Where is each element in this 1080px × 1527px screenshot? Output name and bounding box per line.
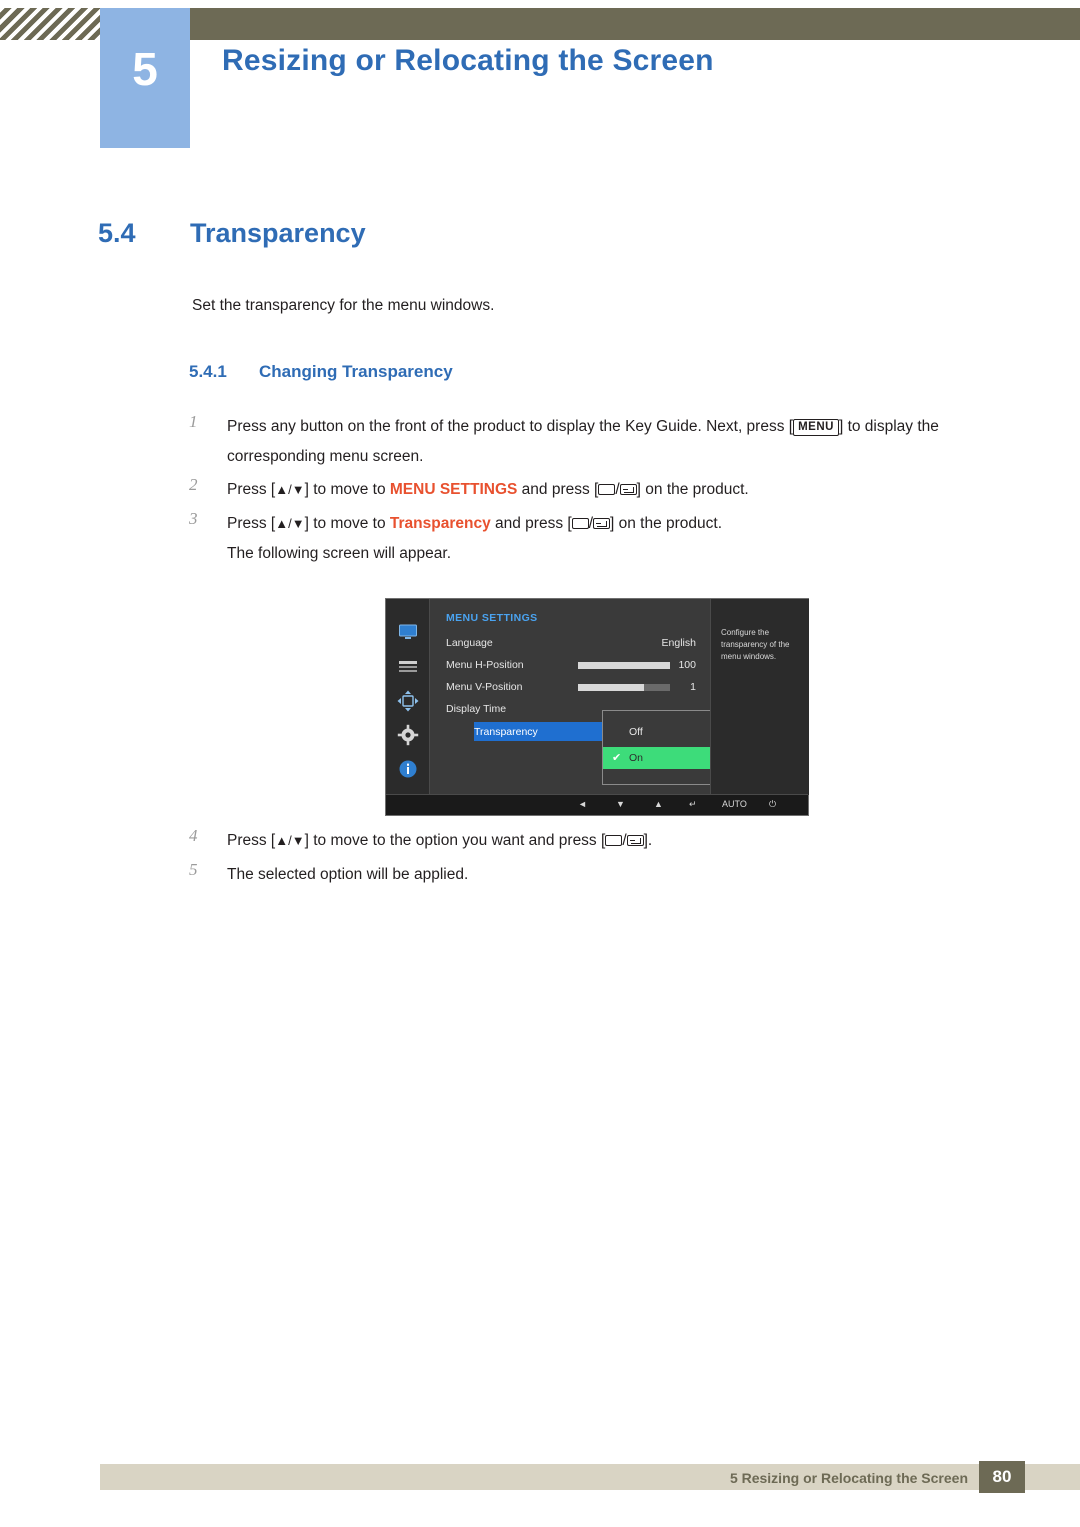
step-3-text-a: Press [ [227,515,276,532]
osd-h-position-slider[interactable] [578,662,670,669]
step-1-body: Press any button on the front of the pro… [227,412,1019,472]
monitor-icon [397,621,419,643]
step-2-index: 2 [189,475,198,494]
subsection-number: 5.4.1 [189,362,227,381]
step-2-text-a: Press [ [227,481,276,498]
step-1: 1 Press any button on the front of the p… [189,412,1019,472]
enter-key-glyph [593,518,611,529]
step-3-body: Press [▲/▼] to move to Transparency and … [227,509,1019,569]
chapter-number-badge: 5 [100,8,190,148]
osd-description-text: Configure the transparency of the menu w… [721,628,790,661]
step-1-index: 1 [189,412,198,431]
step-3-text-d: ] on the product. [610,515,723,532]
step-4-index: 4 [189,826,198,845]
osd-row-language-value: English [661,637,696,649]
step-5: 5 The selected option will be applied. [189,860,1019,890]
source-key-glyph [605,835,623,846]
osd-v-position-slider[interactable] [578,684,670,691]
step-2-body: Press [▲/▼] to move to MENU SETTINGS and… [227,481,749,498]
transparency-emphasis: Transparency [389,515,491,532]
osd-key-power[interactable]: ⏻ [769,799,776,810]
step-4-body: Press [▲/▼] to move to the option you wa… [227,832,653,849]
chapter-title: Resizing or Relocating the Screen [222,44,714,77]
menu-settings-emphasis: MENU SETTINGS [389,481,518,498]
checkmark-icon: ✔ [612,752,622,764]
osd-row-transparency-label: Transparency [474,726,538,738]
osd-row-language-label: Language [446,637,493,649]
osd-row-menu-h-position[interactable]: Menu H-Position 100 [446,656,696,676]
picture-lines-icon [397,656,419,678]
source-key-glyph [598,484,616,495]
osd-key-guide-bar: ◄ ▼ ▲ ↵ AUTO ⏻ [386,794,808,815]
step-2: 2 Press [▲/▼] to move to MENU SETTINGS a… [189,475,1019,505]
header-hatch-decoration [0,8,100,40]
osd-row-display-time-label: Display Time [446,703,507,715]
osd-row-menu-h-position-label: Menu H-Position [446,659,524,671]
step-3-text-c: and press [ [490,515,572,532]
step-4: 4 Press [▲/▼] to move to the option you … [189,826,1019,856]
step-3-note: The following screen will appear. [227,545,452,563]
source-key-glyph [571,518,589,529]
footer-chapter-label: 5 Resizing or Relocating the Screen [729,1470,968,1486]
up-down-arrows-glyph: ▲/▼ [275,482,305,497]
step-2-text-d: ] on the product. [636,481,749,498]
osd-icon-sidebar [386,599,430,795]
section-heading: 5.4 Transparency [98,218,366,249]
step-2-text-c: and press [ [517,481,599,498]
information-icon [397,758,419,780]
up-down-arrows-glyph: ▲/▼ [275,516,305,531]
osd-key-left[interactable]: ◄ [578,799,587,809]
osd-row-menu-v-position-value: 1 [690,681,696,693]
enter-key-glyph [626,835,644,846]
step-5-index: 5 [189,860,198,879]
subsection-title-text: Changing Transparency [259,362,453,381]
osd-menu-panel: MENU SETTINGS Language English Menu H-Po… [430,599,750,795]
osd-key-auto[interactable]: AUTO [722,799,747,809]
osd-popup-option-off-label: Off [629,726,643,738]
osd-row-menu-v-position[interactable]: Menu V-Position 1 [446,678,696,698]
up-down-arrows-glyph: ▲/▼ [275,833,305,848]
osd-menu-header: MENU SETTINGS [446,612,538,624]
menu-key-glyph: MENU [793,419,839,436]
step-4-text-d: ]. [643,832,653,849]
page-header: 5 Resizing or Relocating the Screen [0,0,1080,148]
subsection-heading: 5.4.1 Changing Transparency [189,362,453,382]
osd-popup-option-on-label: On [629,752,644,764]
step-4-text-b: ] to move to the option you want and pre… [304,832,606,849]
osd-row-transparency-selected[interactable]: Transparency [474,722,612,741]
section-intro: Set the transparency for the menu window… [192,297,495,314]
osd-row-language[interactable]: Language English [446,634,696,654]
osd-description-panel: Configure the transparency of the menu w… [710,599,809,795]
osd-v-position-fill [578,684,644,691]
osd-row-menu-h-position-value: 100 [678,659,696,671]
osd-row-menu-v-position-label: Menu V-Position [446,681,523,693]
osd-key-down[interactable]: ▼ [616,799,625,809]
section-title-text: Transparency [190,218,366,248]
footer-page-number: 80 [979,1461,1025,1493]
enter-key-glyph [619,484,637,495]
osd-screenshot: MENU SETTINGS Language English Menu H-Po… [385,598,809,816]
section-number: 5.4 [98,218,136,248]
step-2-text-b: ] to move to [304,481,390,498]
osd-key-enter[interactable]: ↵ [689,799,697,810]
osd-key-up[interactable]: ▲ [654,799,663,809]
gear-icon [397,724,419,746]
osd-h-position-fill [578,662,670,669]
step-1-text-a: Press any button on the front of the pro… [227,418,794,435]
step-3-text-b: ] to move to [304,515,390,532]
step-4-text-a: Press [ [227,832,276,849]
four-way-arrows-icon [397,690,419,712]
step-3-index: 3 [189,509,198,528]
step-5-body: The selected option will be applied. [227,866,469,883]
step-3: 3 Press [▲/▼] to move to Transparency an… [189,509,1019,569]
